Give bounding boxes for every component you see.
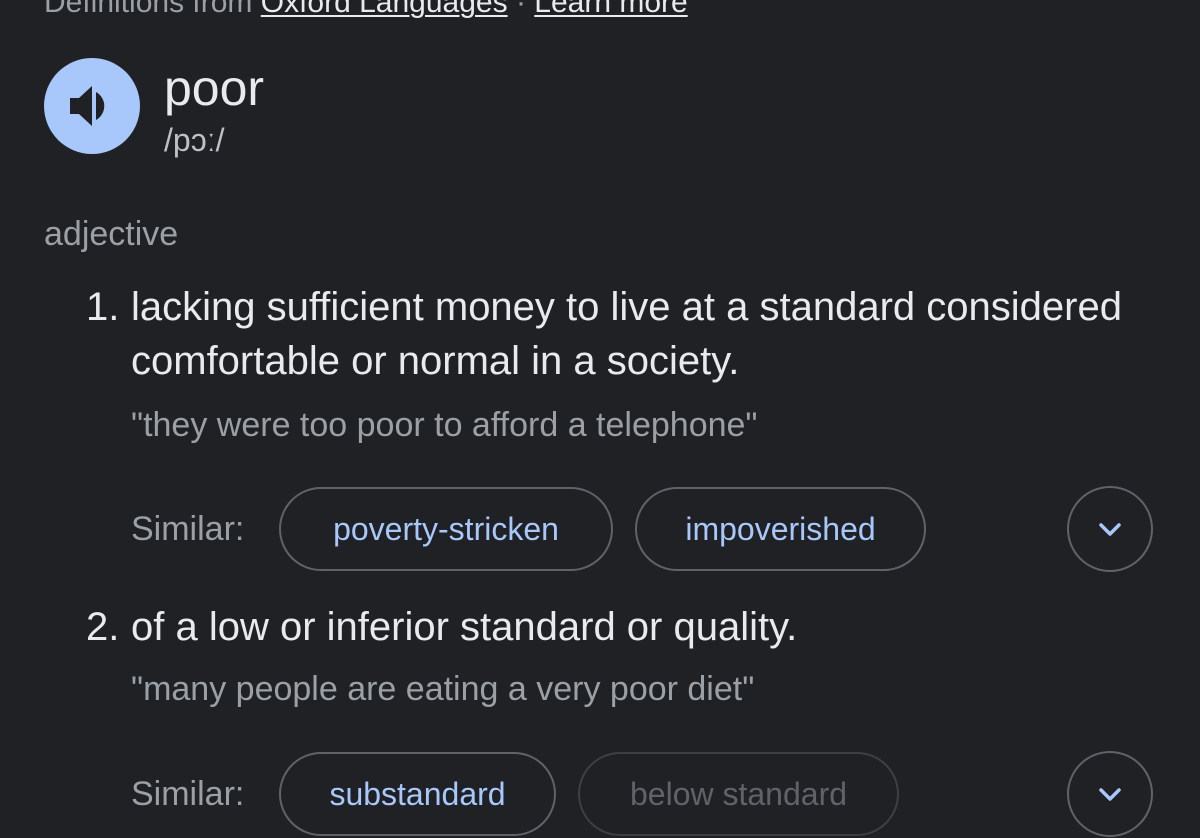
pronunciation-audio-button[interactable] [44, 58, 140, 154]
speaker-icon [70, 86, 105, 126]
sense-number: 2. [86, 605, 120, 649]
similar-label: Similar: [131, 510, 245, 548]
sense-example: "they were too poor to afford a telephon… [131, 406, 758, 444]
oxford-languages-link[interactable]: Oxford Languages [261, 0, 508, 19]
sense-definition: lacking sufficient money to live at a st… [131, 285, 1122, 383]
synonym-chip: below standard [578, 752, 899, 836]
similar-label: Similar: [131, 775, 245, 813]
learn-more-link[interactable]: Learn more [534, 0, 687, 19]
synonym-chip[interactable]: substandard [279, 752, 556, 836]
headword: poor [164, 60, 265, 116]
expand-synonyms-button[interactable] [1067, 486, 1153, 572]
sense-definition: of a low or inferior standard or quality… [131, 605, 798, 649]
pronunciation-text: /pɔː/ [164, 122, 225, 158]
expand-synonyms-button[interactable] [1067, 751, 1153, 837]
synonym-chip[interactable]: impoverished [635, 487, 926, 571]
source-attribution: Definitions from Oxford Languages · Lear… [44, 0, 688, 20]
separator: · [515, 0, 526, 19]
sense-number: 1. [86, 285, 120, 329]
synonym-chip[interactable]: poverty-stricken [279, 487, 613, 571]
part-of-speech: adjective [44, 215, 179, 253]
sense-example: "many people are eating a very poor diet… [131, 670, 755, 708]
source-prefix: Definitions from [44, 0, 253, 19]
chevron-down-icon [1099, 523, 1121, 536]
chevron-down-icon [1099, 788, 1121, 801]
